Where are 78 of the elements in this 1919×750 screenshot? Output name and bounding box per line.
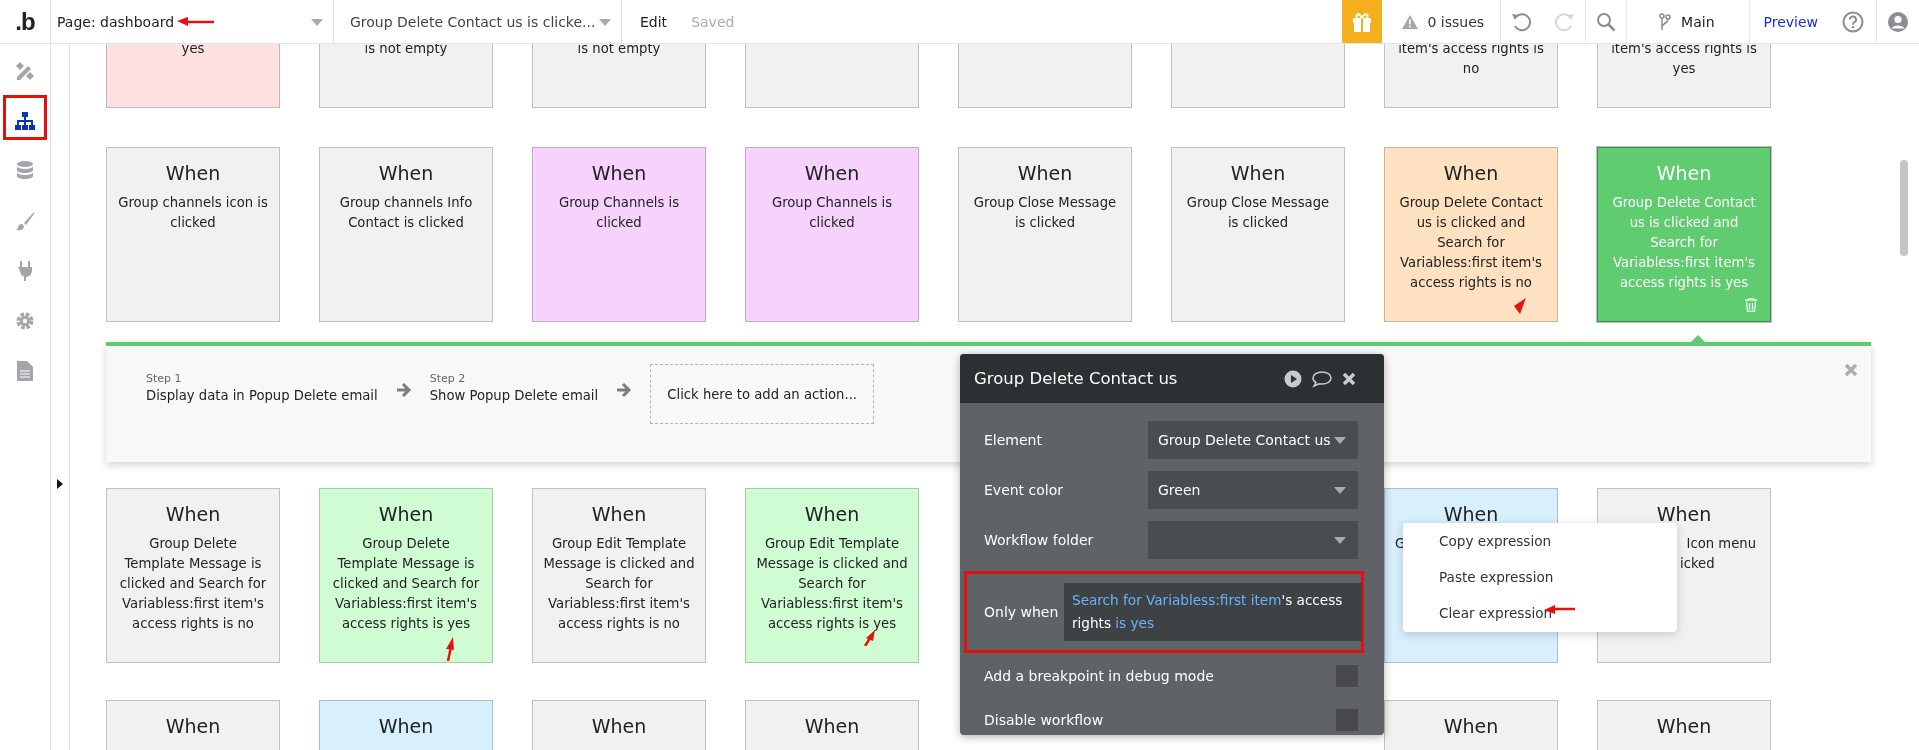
- settings-icon: [15, 311, 35, 331]
- caret-icon: [1334, 537, 1346, 544]
- branch-button[interactable]: Main: [1627, 12, 1749, 31]
- field-label: Workflow folder: [984, 532, 1095, 548]
- gift-icon: [1351, 10, 1374, 33]
- scrollbar[interactable]: [1900, 160, 1908, 256]
- annotation-arrow: [863, 630, 877, 646]
- branch-icon: [1659, 12, 1672, 31]
- arrow-icon: [616, 382, 633, 398]
- event-card[interactable]: When Group Edit Template Message is clicked and Search for Variabless:first item's access rights is no: [532, 488, 706, 663]
- event-card[interactable]: When Group Delete Contact us is clicked and Search for Variabless:first item's access rights is no: [1384, 147, 1558, 322]
- redo-icon[interactable]: [1553, 10, 1576, 33]
- undo-icon[interactable]: [1511, 10, 1534, 33]
- help-icon[interactable]: [1842, 10, 1864, 33]
- caret-icon: [599, 19, 611, 26]
- annotation-arrow: [177, 17, 215, 27]
- add-action-button[interactable]: Click here to add an action...: [650, 364, 875, 424]
- event-card[interactable]: When: [319, 700, 493, 750]
- event-card[interactable]: When: [745, 700, 919, 750]
- field-label: Disable workflow: [984, 712, 1104, 728]
- comment-icon[interactable]: [1312, 369, 1332, 388]
- dropdown-field[interactable]: Green: [1148, 471, 1358, 509]
- app-logo[interactable]: .b: [15, 7, 35, 36]
- event-card[interactable]: When Group Edit Template Message is clicked and Search for Variabless:first item's access rights is yes: [745, 488, 919, 663]
- highlight-frame: [3, 95, 47, 140]
- annotation-arrow: [1512, 298, 1526, 314]
- event-card[interactable]: When: [1384, 700, 1558, 750]
- event-card[interactable]: When Group Channels is clicked: [745, 147, 919, 322]
- dropdown-field[interactable]: Group Delete Contact us: [1148, 421, 1358, 459]
- annotation-arrow: [444, 637, 456, 661]
- gift-button[interactable]: [1342, 0, 1383, 43]
- event-card[interactable]: When Group channels icon is clicked: [106, 147, 280, 322]
- event-card[interactable]: [958, 44, 1132, 108]
- sitemap-icon: [14, 111, 36, 131]
- workflow-step[interactable]: Step 2 Show Popup Delete email: [429, 372, 599, 403]
- event-card[interactable]: [745, 44, 919, 108]
- pencil-ruler-icon: [14, 60, 36, 82]
- save-status: Saved: [691, 13, 735, 30]
- expression-field[interactable]: Search for Variabless:first item's access rights is yes: [1064, 583, 1362, 641]
- document-icon: [17, 361, 33, 381]
- field-label: Only when: [984, 604, 1060, 620]
- field-label: Event color: [984, 482, 1065, 498]
- arrow-icon: [395, 382, 412, 398]
- event-card[interactable]: When: [106, 700, 280, 750]
- warning-icon: [1402, 14, 1419, 29]
- close-icon[interactable]: [1342, 371, 1356, 386]
- field-label: Add a breakpoint in debug mode: [984, 668, 1214, 684]
- event-card[interactable]: When Group Delete Template Message is clicked and Search for Variabless:first item's access rights is yes: [319, 488, 493, 663]
- checkbox[interactable]: [1336, 709, 1358, 731]
- event-card[interactable]: yes: [106, 44, 280, 108]
- play-icon[interactable]: [1284, 369, 1302, 388]
- caret-icon: [1334, 487, 1346, 494]
- checkbox[interactable]: [1336, 665, 1358, 687]
- caret-icon: [311, 19, 323, 26]
- field-label: Element: [984, 432, 1043, 448]
- event-card[interactable]: [1171, 44, 1345, 108]
- workflow-dropdown[interactable]: Group Delete Contact us is clicke...: [334, 0, 622, 43]
- search-icon[interactable]: [1596, 11, 1617, 32]
- avatar-icon[interactable]: [1887, 10, 1909, 33]
- event-card[interactable]: When Group Delete Template Message is clicked and Search for Variabless:first item's access rights is no: [106, 488, 280, 663]
- brush-icon: [15, 211, 35, 231]
- database-icon: [16, 160, 34, 182]
- event-card[interactable]: When: [1597, 700, 1771, 750]
- dropdown-field[interactable]: [1148, 521, 1358, 559]
- event-card[interactable]: When Group Close Message is clicked: [1171, 147, 1345, 322]
- trash-icon[interactable]: [1745, 298, 1757, 312]
- event-card[interactable]: When Group channels Info Contact is clicked: [319, 147, 493, 322]
- caret-icon: [1334, 437, 1346, 444]
- event-card[interactable]: When: [532, 700, 706, 750]
- expand-arrow-icon[interactable]: [57, 479, 63, 489]
- plug-icon: [17, 260, 33, 282]
- workflow-step[interactable]: Step 1 Display data in Popup Delete email: [146, 372, 378, 403]
- popup-title: Group Delete Contact us: [974, 369, 1179, 388]
- issues-button[interactable]: 0 issues: [1382, 13, 1501, 30]
- event-card[interactable]: When Group Channels is clicked: [532, 147, 706, 322]
- edit-menu[interactable]: Edit: [640, 13, 668, 30]
- event-card[interactable]: When Group Close Message is clicked: [958, 147, 1132, 322]
- preview-link[interactable]: Preview: [1749, 13, 1832, 30]
